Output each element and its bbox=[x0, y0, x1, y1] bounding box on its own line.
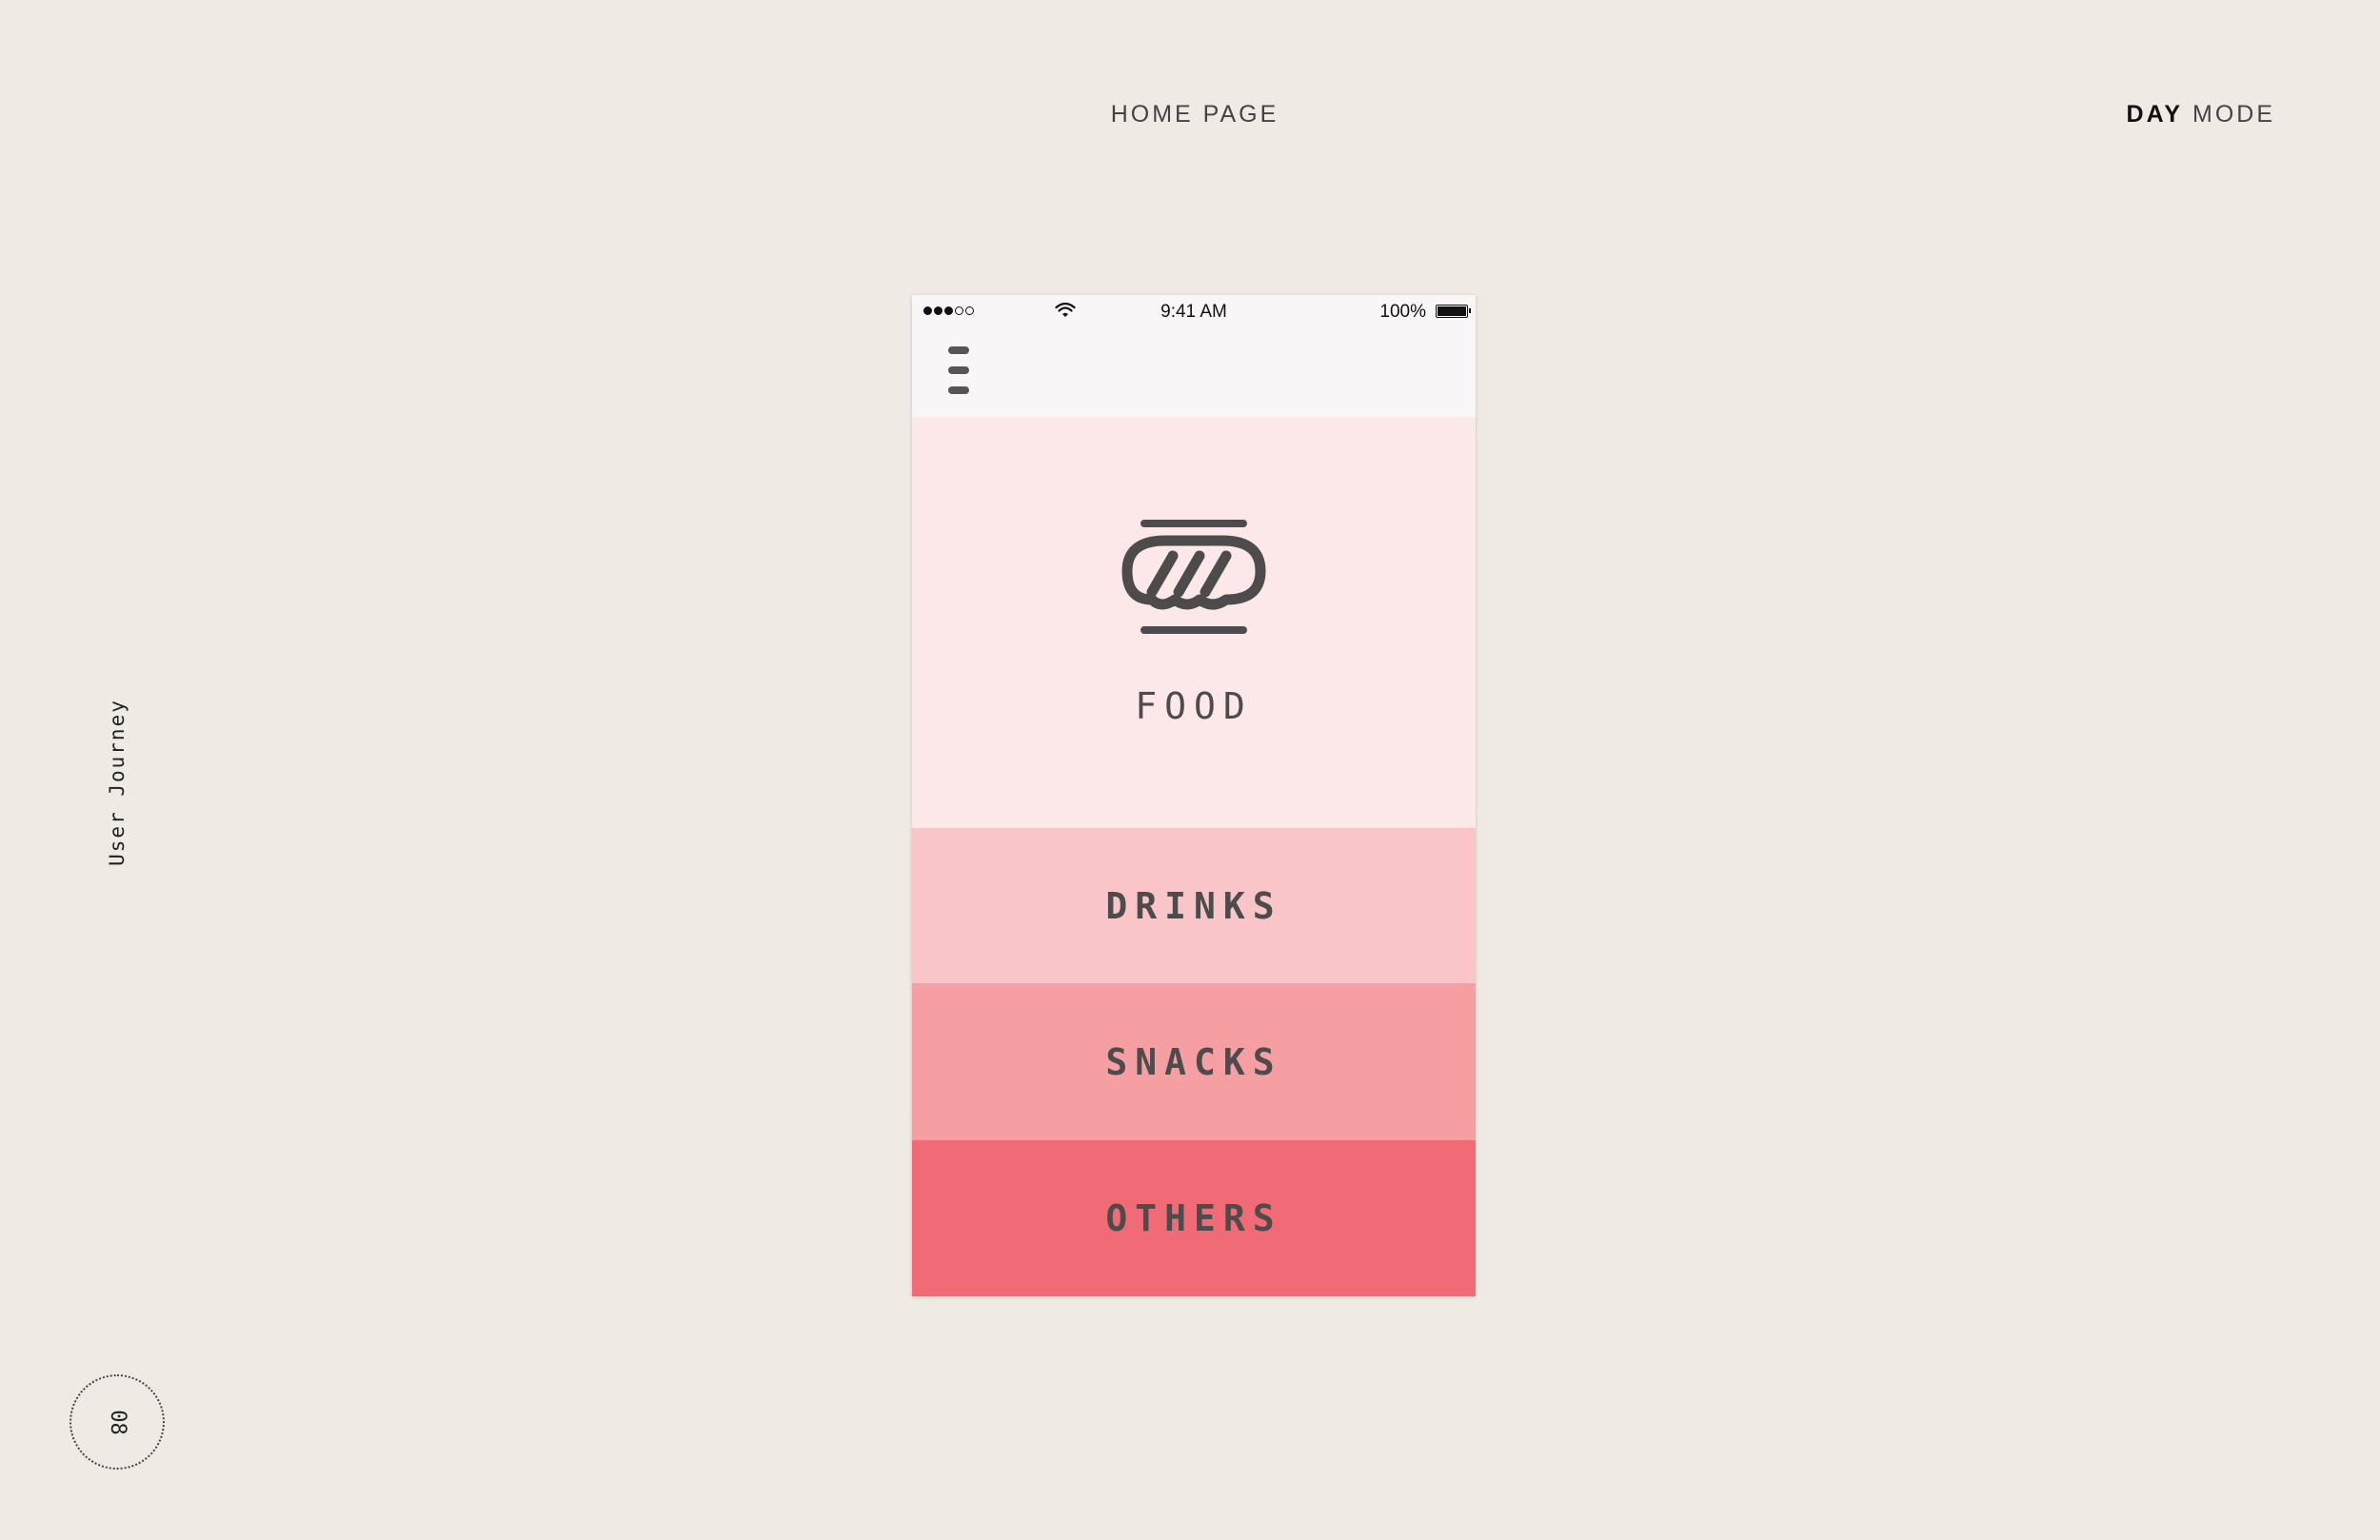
mode-strong-label: DAY bbox=[2126, 101, 2184, 128]
category-food[interactable]: FOOD bbox=[912, 417, 1476, 828]
menu-bar bbox=[948, 366, 969, 374]
category-snacks[interactable]: SNACKS bbox=[912, 983, 1476, 1140]
page-number-badge: 08 bbox=[69, 1374, 165, 1470]
menu-bar bbox=[948, 346, 969, 354]
page-title: HOME PAGE bbox=[1110, 101, 1279, 128]
mode-indicator: DAY MODE bbox=[2127, 101, 2275, 128]
status-bar: 9:41 AM 100% bbox=[912, 295, 1476, 327]
category-others[interactable]: OTHERS bbox=[912, 1140, 1476, 1296]
battery-icon bbox=[1436, 305, 1471, 318]
section-label: User Journey bbox=[106, 699, 129, 866]
category-label: SNACKS bbox=[1105, 1040, 1282, 1083]
sandwich-icon bbox=[1121, 520, 1266, 634]
menu-button[interactable] bbox=[948, 346, 977, 394]
category-label: FOOD bbox=[1135, 685, 1253, 727]
category-label: OTHERS bbox=[1105, 1197, 1282, 1239]
category-label: DRINKS bbox=[1105, 884, 1282, 927]
page-number: 08 bbox=[105, 1409, 129, 1435]
mode-rest-label: MODE bbox=[2192, 101, 2275, 128]
phone-mockup: 9:41 AM 100% FOOD DRINKS SNACKS OTHERS bbox=[912, 295, 1476, 1296]
category-drinks[interactable]: DRINKS bbox=[912, 828, 1476, 983]
battery-percentage: 100% bbox=[1379, 302, 1426, 322]
menu-bar bbox=[948, 386, 969, 394]
